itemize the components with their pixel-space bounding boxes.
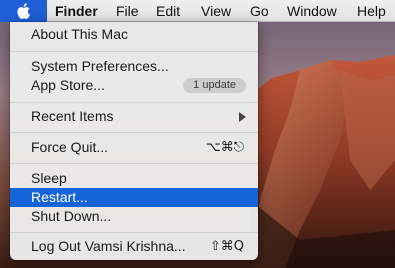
- keyboard-shortcut: ⇧⌘Q: [209, 239, 244, 254]
- keyboard-shortcut: ⌥⌘⎋: [205, 140, 244, 155]
- menu-item-label: App Store...: [31, 77, 105, 93]
- menu-item-restart[interactable]: Restart...: [10, 188, 258, 207]
- menu-item-about-this-mac[interactable]: About This Mac: [10, 25, 258, 44]
- menu-finder[interactable]: Finder: [55, 0, 98, 22]
- menu-help[interactable]: Help: [357, 0, 386, 22]
- menu-item-system-preferences[interactable]: System Preferences...: [10, 57, 258, 76]
- menu-item-shut-down[interactable]: Shut Down...: [10, 207, 258, 226]
- menu-separator: [10, 102, 258, 103]
- menu-window[interactable]: Window: [287, 0, 337, 22]
- menu-file[interactable]: File: [116, 0, 139, 22]
- menu-view[interactable]: View: [201, 0, 231, 22]
- menu-item-log-out[interactable]: Log Out Vamsi Krishna... ⇧⌘Q: [10, 237, 258, 256]
- update-count-badge: 1 update: [183, 78, 246, 93]
- menu-separator: [10, 232, 258, 233]
- menu-item-sleep[interactable]: Sleep: [10, 169, 258, 188]
- menu-go[interactable]: Go: [250, 0, 269, 22]
- menu-item-recent-items[interactable]: Recent Items: [10, 107, 258, 126]
- menu-separator: [10, 163, 258, 164]
- menu-item-label: Log Out Vamsi Krishna...: [31, 238, 186, 254]
- menu-bar: Finder File Edit View Go Window Help: [0, 0, 395, 22]
- apple-dropdown-menu: About This Mac System Preferences... App…: [10, 22, 258, 260]
- menu-item-label: Force Quit...: [31, 139, 109, 155]
- apple-logo-icon: [16, 3, 30, 19]
- menu-separator: [10, 51, 258, 52]
- apple-menu-button[interactable]: [0, 0, 47, 22]
- menu-edit[interactable]: Edit: [156, 0, 180, 22]
- menu-item-app-store[interactable]: App Store... 1 update: [10, 76, 258, 95]
- menu-separator: [10, 132, 258, 133]
- submenu-arrow-icon: [239, 112, 246, 122]
- menu-item-force-quit[interactable]: Force Quit... ⌥⌘⎋: [10, 138, 258, 157]
- menu-item-label: Recent Items: [31, 108, 114, 124]
